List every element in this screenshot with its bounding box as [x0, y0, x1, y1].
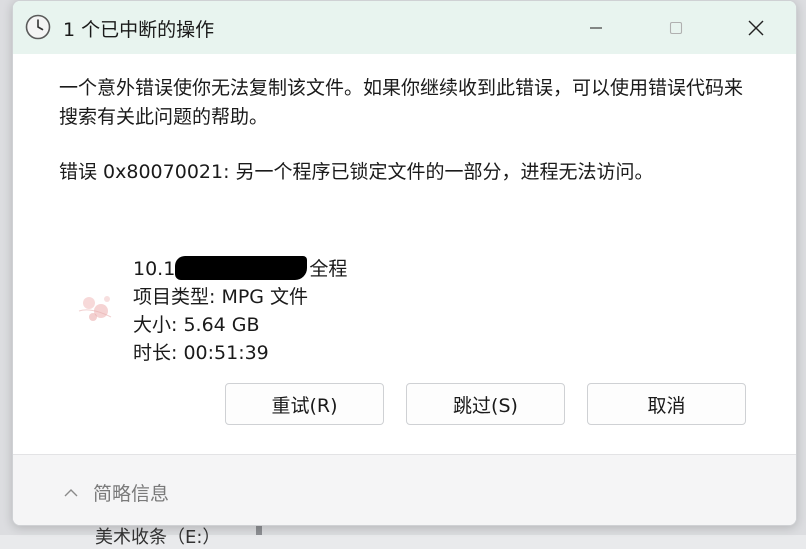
copy-error-dialog: 1 个已中断的操作 一个意外错误使你无法复制该文件。如果你继续收到此错误，可以使…: [12, 0, 797, 526]
file-type: 项目类型: MPG 文件: [133, 286, 309, 308]
dialog-footer: 简略信息: [13, 454, 796, 525]
clock-icon: [25, 14, 51, 40]
maximize-icon: [669, 21, 683, 34]
file-name-suffix: 全程: [309, 258, 348, 280]
file-size: 大小: 5.64 GB: [133, 314, 260, 336]
close-button[interactable]: [726, 1, 786, 54]
close-icon: [748, 20, 764, 35]
skip-button[interactable]: 跳过(S): [406, 383, 565, 425]
file-name: 10.1 全程: [133, 254, 347, 281]
chevron-up-icon: [64, 488, 78, 496]
cancel-button[interactable]: 取消: [587, 383, 746, 425]
error-code-message: 错误 0x80070021: 另一个程序已锁定文件的一部分，进程无法访问。: [59, 161, 654, 183]
details-toggle[interactable]: 简略信息: [63, 479, 169, 506]
title-bar[interactable]: 1 个已中断的操作: [13, 1, 796, 54]
file-thumbnail: [71, 283, 121, 333]
file-name-prefix: 10.1: [133, 258, 176, 280]
redaction-mark: [175, 256, 308, 280]
background-drive-label: 美术收条（E:）: [95, 527, 221, 548]
retry-button[interactable]: 重试(R): [225, 383, 384, 425]
maximize-button[interactable]: [646, 1, 706, 54]
minimize-icon: [590, 26, 602, 29]
dialog-title: 1 个已中断的操作: [63, 19, 215, 41]
error-description: 一个意外错误使你无法复制该文件。如果你继续收到此错误，可以使用错误代码来搜索有关…: [59, 77, 744, 128]
minimize-button[interactable]: [566, 1, 626, 54]
file-duration: 时长: 00:51:39: [133, 342, 269, 364]
details-toggle-label: 简略信息: [93, 483, 170, 505]
